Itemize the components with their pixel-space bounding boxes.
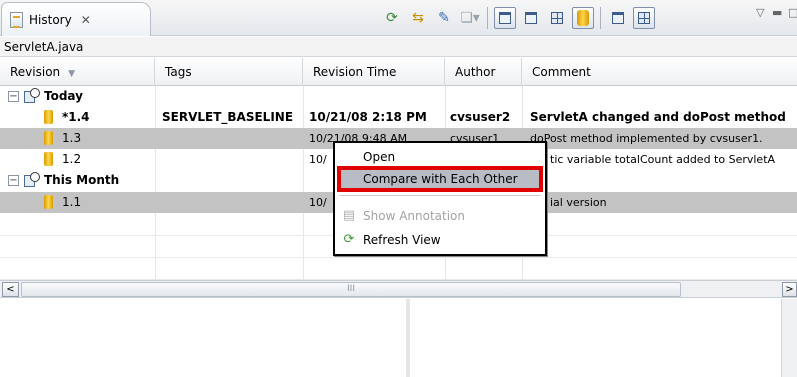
date-group-icon xyxy=(24,88,40,104)
menu-item-refresh-view[interactable]: ⟳ Refresh View xyxy=(335,229,545,251)
link-with-editor-icon[interactable]: ⇆ xyxy=(407,7,429,29)
context-menu: Open Compare with Each Other ▤ Show Anno… xyxy=(333,141,547,256)
local-and-remote-icon[interactable] xyxy=(572,7,594,29)
tab-title: History xyxy=(29,12,72,27)
history-tab[interactable]: History ✕ xyxy=(1,2,151,36)
pin-icon[interactable]: ❏▾ xyxy=(459,7,481,29)
callout-highlight-box xyxy=(337,166,543,192)
revision-cell: 1.2 xyxy=(62,152,82,166)
group-label: This Month xyxy=(44,173,120,187)
revision-comment-pane[interactable] xyxy=(414,299,797,377)
revision-icon xyxy=(44,195,53,209)
open-in-editor-icon[interactable]: ✎ xyxy=(433,7,455,29)
group-by-date-icon[interactable] xyxy=(494,7,516,29)
scroll-right-arrow-icon[interactable]: > xyxy=(782,282,797,297)
menu-item-open[interactable]: Open xyxy=(335,146,545,168)
menu-separator xyxy=(339,195,541,196)
revision-icon xyxy=(44,152,53,166)
view-tab-bar: History ✕ ⟳ ⇆ ✎ ❏▾ ▽ ▬ □ xyxy=(0,0,797,36)
maximize-icon[interactable]: □ xyxy=(788,6,797,19)
revision-cell: 1.1 xyxy=(62,195,82,209)
tags-cell xyxy=(162,192,302,213)
column-header-revision-time[interactable]: Revision Time xyxy=(303,58,445,86)
revision-icon xyxy=(44,110,53,124)
tags-cell: SERVLET_BASELINE xyxy=(162,110,294,124)
time-cell: 10/21/08 2:18 PM xyxy=(309,110,427,124)
revision-cell: 1.3 xyxy=(62,131,82,145)
author-cell: cvsuser2 xyxy=(450,110,511,124)
comment-cell: ServletA changed and doPost method xyxy=(530,110,786,124)
remote-revisions-icon[interactable] xyxy=(546,7,568,29)
comment-cell: tic variable totalCount added to Servlet… xyxy=(550,153,776,166)
column-header-comment[interactable]: Comment xyxy=(522,58,797,86)
group-row-today[interactable]: − Today xyxy=(0,86,797,107)
collapse-all-icon[interactable] xyxy=(607,7,629,29)
revision-details-pane[interactable] xyxy=(0,299,410,377)
date-group-icon xyxy=(24,172,40,188)
close-icon[interactable]: ✕ xyxy=(81,13,91,27)
collapse-icon[interactable]: − xyxy=(8,175,19,186)
annotation-icon: ▤ xyxy=(342,208,356,223)
table-header: Revision ▼ Tags Revision Time Author Comm… xyxy=(0,58,797,86)
column-header-revision[interactable]: Revision ▼ xyxy=(0,58,155,86)
revision-cell: *1.4 xyxy=(62,110,90,124)
sort-descending-icon: ▼ xyxy=(68,69,76,79)
horizontal-scrollbar[interactable]: < III > xyxy=(0,280,797,298)
group-label: Today xyxy=(44,89,83,103)
toolbar-separator xyxy=(600,7,601,29)
compare-mode-icon[interactable] xyxy=(633,7,655,29)
refresh-icon[interactable]: ⟳ xyxy=(381,7,403,29)
file-label: ServletA.java xyxy=(0,37,797,57)
minimize-icon[interactable]: ▬ xyxy=(772,6,782,19)
collapse-icon[interactable]: − xyxy=(8,91,19,102)
tags-cell xyxy=(162,149,302,170)
scroll-left-arrow-icon[interactable]: < xyxy=(2,282,19,297)
revision-icon xyxy=(44,131,53,145)
history-view-icon xyxy=(10,11,23,28)
toolbar-separator xyxy=(487,7,488,29)
history-toolbar: ⟳ ⇆ ✎ ❏▾ xyxy=(381,6,659,30)
scrollbar-thumb[interactable]: III xyxy=(21,282,681,297)
comment-cell: doPost method implemented by cvsuser1. xyxy=(530,132,763,145)
menu-item-show-annotation: ▤ Show Annotation xyxy=(342,208,465,223)
table-row[interactable]: *1.4 SERVLET_BASELINE 10/21/08 2:18 PM c… xyxy=(0,107,797,128)
vertical-scrollbar[interactable] xyxy=(781,299,797,377)
tags-cell xyxy=(162,128,302,149)
view-menu-icon[interactable]: ▽ xyxy=(756,6,764,19)
grid-line xyxy=(0,257,797,258)
column-header-tags[interactable]: Tags xyxy=(155,58,303,86)
local-revisions-icon[interactable] xyxy=(520,7,542,29)
column-header-author[interactable]: Author xyxy=(445,58,522,86)
refresh-icon: ⟳ xyxy=(343,232,355,247)
comment-cell: ial version xyxy=(550,196,607,209)
